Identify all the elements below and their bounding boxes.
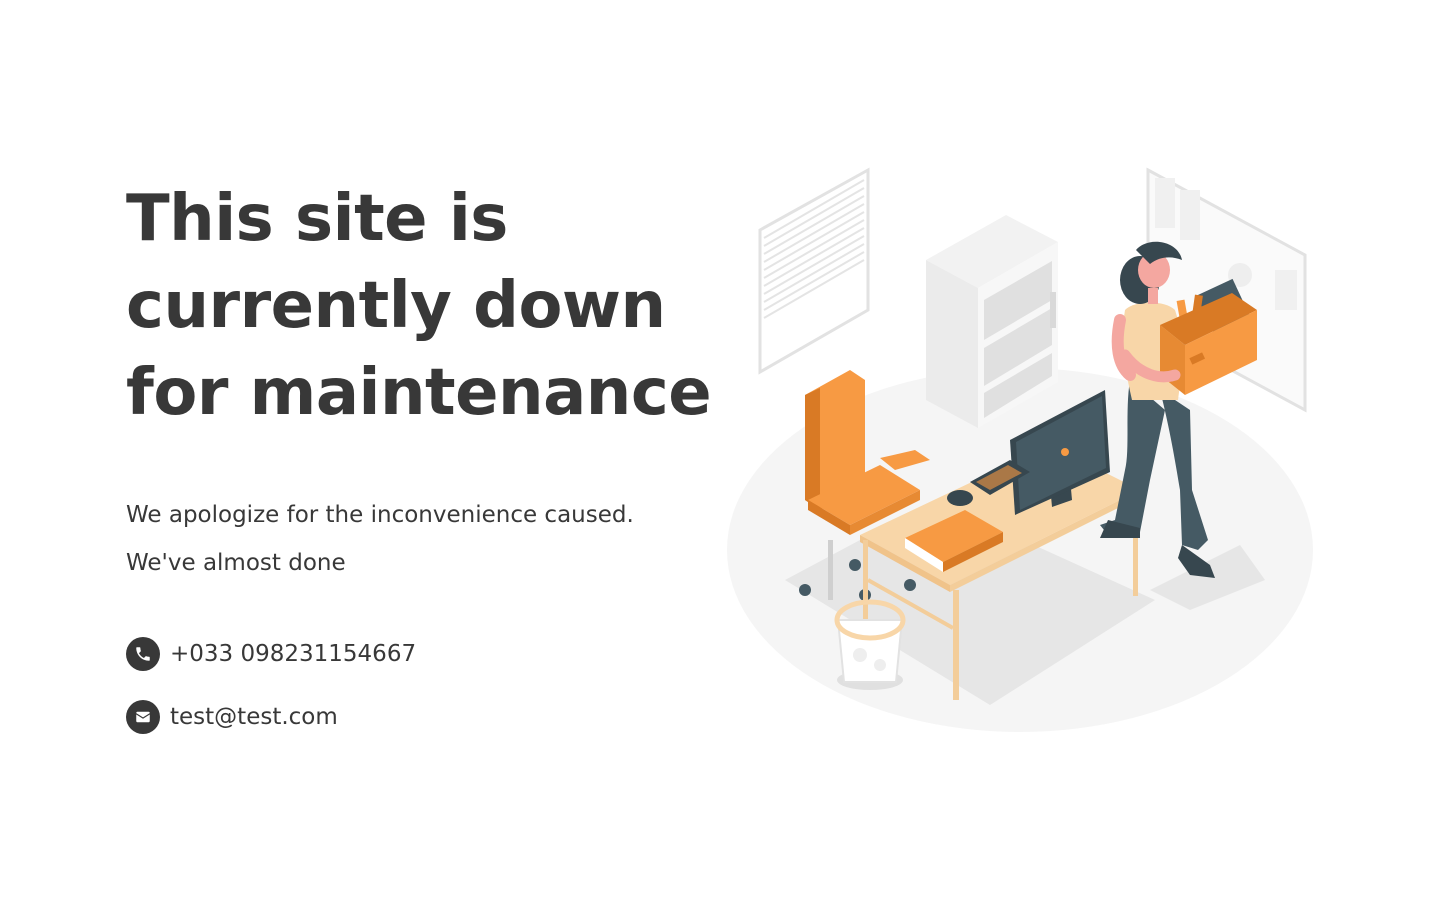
phone-number[interactable]: +033 098231154667 — [170, 641, 416, 667]
contact-phone: +033 098231154667 — [126, 637, 706, 671]
email-address[interactable]: test@test.com — [170, 704, 338, 730]
envelope-icon — [126, 700, 160, 734]
computer-mouse — [947, 490, 973, 506]
maintenance-content: This site is currently down for maintena… — [126, 176, 712, 763]
office-illustration — [720, 160, 1320, 740]
page-title-line-3: for maintenance — [126, 356, 712, 430]
apology-message: We apologize for the inconvenience cause… — [126, 502, 634, 528]
page-title-line-1: This site is — [126, 182, 508, 256]
window-blinds — [758, 167, 870, 375]
phone-icon — [126, 637, 160, 671]
page-title: This site is currently down for maintena… — [126, 176, 712, 437]
contact-list: +033 098231154667 test@test.com — [126, 637, 706, 734]
office-illustration-svg — [727, 167, 1313, 732]
page-title-line-2: currently down — [126, 269, 666, 343]
status-message: We've almost done — [126, 550, 346, 576]
contact-email: test@test.com — [126, 700, 706, 734]
